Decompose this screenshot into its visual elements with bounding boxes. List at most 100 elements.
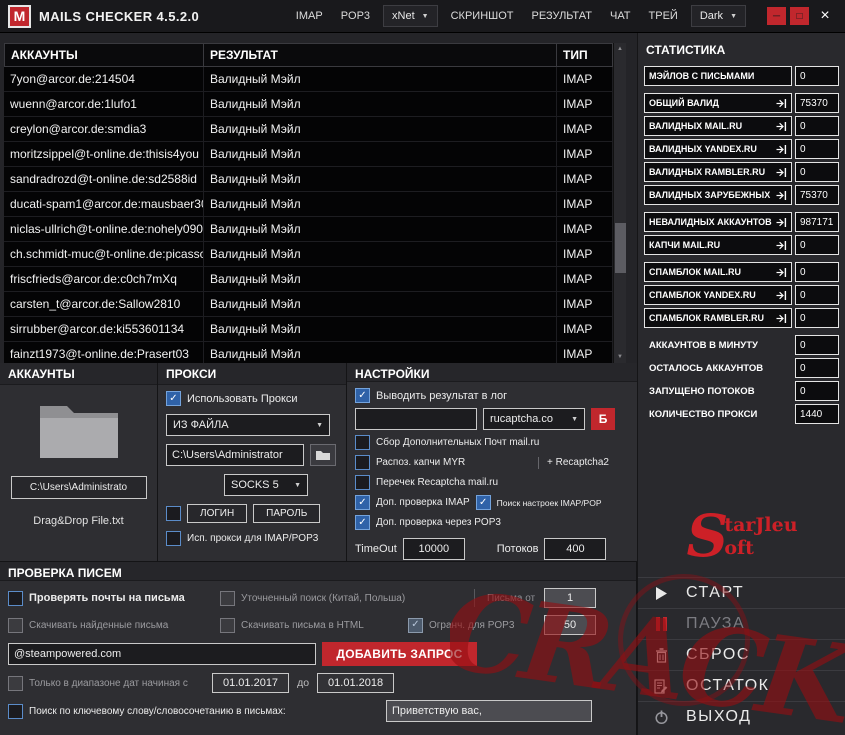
collect-mails-checkbox[interactable] bbox=[355, 435, 370, 450]
date-to-button[interactable]: 01.01.2018 bbox=[317, 673, 394, 693]
stat-row: СПАМБЛОК RAMBLER.RU0 bbox=[644, 308, 839, 328]
export-arrow-icon[interactable] bbox=[773, 217, 787, 228]
table-row[interactable]: niclas-ullrich@t-online.de:nohely090Вали… bbox=[4, 217, 613, 242]
xnet-label: xNet bbox=[392, 10, 415, 22]
refined-search-checkbox[interactable] bbox=[220, 591, 235, 606]
titlebar-menu: IMAP POP3 xNet ▼ СКРИНШОТ РЕЗУЛЬТАТ ЧАТ … bbox=[288, 5, 749, 27]
table-row[interactable]: ducati-spam1@arcor.de:mausbaer30Валидный… bbox=[4, 192, 613, 217]
stat-row: ВАЛИДНЫХ YANDEX.RU0 bbox=[644, 139, 839, 159]
captcha-myr-checkbox[interactable] bbox=[355, 455, 370, 470]
use-proxy-checkbox[interactable]: ✓ bbox=[166, 391, 181, 406]
imap-settings-search-checkbox[interactable]: ✓ bbox=[476, 495, 491, 510]
minimize-button[interactable]: ─ bbox=[767, 7, 786, 25]
menu-result[interactable]: РЕЗУЛЬТАТ bbox=[524, 6, 600, 26]
pause-button[interactable]: ПАУЗА bbox=[638, 608, 845, 639]
table-row[interactable]: ch.schmidt-muc@t-online.de:picasscВалидн… bbox=[4, 242, 613, 267]
proxy-type-select[interactable]: SOCKS 5 ▼ bbox=[224, 474, 308, 496]
check-mails-checkbox[interactable] bbox=[8, 591, 23, 606]
pop3-limit-checkbox[interactable]: ✓ bbox=[408, 618, 423, 633]
account-cell: carsten_t@arcor.de:Sallow2810 bbox=[4, 292, 204, 316]
type-cell: IMAP bbox=[557, 192, 613, 216]
export-arrow-icon[interactable] bbox=[773, 190, 787, 201]
export-arrow-icon[interactable] bbox=[773, 267, 787, 278]
search-query-input[interactable] bbox=[8, 643, 316, 665]
column-header-accounts[interactable]: АККАУНТЫ bbox=[4, 43, 204, 67]
type-cell: IMAP bbox=[557, 167, 613, 191]
theme-select[interactable]: Dark ▼ bbox=[691, 5, 746, 27]
imap-check-checkbox[interactable]: ✓ bbox=[355, 495, 370, 510]
login-button[interactable]: ЛОГИН bbox=[187, 504, 247, 523]
exit-button[interactable]: ВЫХОД bbox=[638, 701, 845, 732]
captcha-service-value: rucaptcha.co bbox=[490, 413, 553, 425]
accounts-path-button[interactable]: C:\Users\Administrato bbox=[11, 476, 147, 499]
stat-value: 0 bbox=[795, 358, 839, 378]
balance-button[interactable]: Б bbox=[591, 408, 615, 430]
menu-chat[interactable]: ЧАТ bbox=[602, 6, 639, 26]
log-output-checkbox[interactable]: ✓ bbox=[355, 388, 370, 403]
captcha-service-select[interactable]: rucaptcha.co ▼ bbox=[483, 408, 585, 430]
start-button[interactable]: СТАРТ bbox=[638, 577, 845, 608]
close-button[interactable]: × bbox=[813, 7, 837, 25]
menu-pop3[interactable]: POP3 bbox=[333, 6, 378, 26]
table-row[interactable]: carsten_t@arcor.de:Sallow2810Валидный Мэ… bbox=[4, 292, 613, 317]
add-query-button[interactable]: ДОБАВИТЬ ЗАПРОС bbox=[322, 642, 477, 666]
password-button[interactable]: ПАРОЛЬ bbox=[253, 504, 320, 523]
table-row[interactable]: wuenn@arcor.de:1lufo1Валидный МэйлIMAP bbox=[4, 92, 613, 117]
result-cell: Валидный Мэйл bbox=[204, 342, 557, 363]
scrollbar-thumb[interactable] bbox=[615, 223, 626, 273]
keyword-search-checkbox[interactable] bbox=[8, 704, 23, 719]
export-arrow-icon[interactable] bbox=[773, 167, 787, 178]
date-range-checkbox[interactable] bbox=[8, 676, 23, 691]
pop3-check-checkbox[interactable]: ✓ bbox=[355, 515, 370, 530]
xnet-select[interactable]: xNet ▼ bbox=[383, 5, 438, 27]
stat-label: ОСТАЛОСЬ АККАУНТОВ bbox=[644, 358, 792, 378]
proxy-source-select[interactable]: ИЗ ФАЙЛА ▼ bbox=[166, 414, 330, 436]
pop3-limit-input[interactable] bbox=[544, 615, 596, 635]
maximize-button[interactable]: □ bbox=[790, 7, 809, 25]
column-header-type[interactable]: ТИП bbox=[557, 43, 613, 67]
export-arrow-icon[interactable] bbox=[773, 121, 787, 132]
stat-value: 0 bbox=[795, 116, 839, 136]
reset-button[interactable]: СБРОС bbox=[638, 639, 845, 670]
menu-tray[interactable]: ТРЕЙ bbox=[641, 6, 686, 26]
export-arrow-icon[interactable] bbox=[773, 98, 787, 109]
proxy-for-imap-checkbox[interactable] bbox=[166, 531, 181, 546]
export-arrow-icon[interactable] bbox=[773, 240, 787, 251]
download-html-checkbox[interactable] bbox=[220, 618, 235, 633]
download-found-checkbox[interactable] bbox=[8, 618, 23, 633]
table-row[interactable]: sirrubber@arcor.de:ki553601134Валидный М… bbox=[4, 317, 613, 342]
column-header-result[interactable]: РЕЗУЛЬТАТ bbox=[204, 43, 557, 67]
table-row[interactable]: friscfrieds@arcor.de:c0ch7mXqВалидный Мэ… bbox=[4, 267, 613, 292]
scroll-up-icon[interactable]: ▲ bbox=[614, 43, 626, 55]
table-scrollbar[interactable]: ▲ ▼ bbox=[613, 43, 626, 363]
letters-from-input[interactable] bbox=[544, 588, 596, 608]
date-range-label: Только в диапазоне дат начиная с bbox=[29, 678, 188, 689]
date-from-button[interactable]: 01.01.2017 bbox=[212, 673, 289, 693]
table-row[interactable]: creylon@arcor.de:smdia3Валидный МэйлIMAP bbox=[4, 117, 613, 142]
export-arrow-icon[interactable] bbox=[773, 290, 787, 301]
stat-value: 0 bbox=[795, 262, 839, 282]
folder-icon[interactable] bbox=[36, 397, 122, 464]
browse-folder-button[interactable] bbox=[310, 444, 336, 466]
export-arrow-icon[interactable] bbox=[773, 313, 787, 324]
proxy-auth-checkbox[interactable] bbox=[166, 506, 181, 521]
export-arrow-icon[interactable] bbox=[773, 144, 787, 155]
table-row[interactable]: 7yon@arcor.de:214504Валидный МэйлIMAP bbox=[4, 67, 613, 92]
table-row[interactable]: moritzsippel@t-online.de:thisis4youВалид… bbox=[4, 142, 613, 167]
stat-label: СПАМБЛОК YANDEX.RU bbox=[644, 285, 792, 305]
menu-screenshot[interactable]: СКРИНШОТ bbox=[443, 6, 522, 26]
scroll-down-icon[interactable]: ▼ bbox=[614, 351, 626, 363]
check-icon: ✓ bbox=[169, 394, 177, 404]
keyword-input[interactable] bbox=[386, 700, 592, 722]
recheck-recaptcha-checkbox[interactable] bbox=[355, 475, 370, 490]
result-cell: Валидный Мэйл bbox=[204, 192, 557, 216]
remainder-button[interactable]: ОСТАТОК bbox=[638, 670, 845, 701]
timeout-input[interactable] bbox=[403, 538, 465, 560]
menu-imap[interactable]: IMAP bbox=[288, 6, 331, 26]
table-row[interactable]: fainzt1973@t-online.de:Prasert03Валидный… bbox=[4, 342, 613, 363]
proxy-path-input[interactable] bbox=[166, 444, 304, 466]
table-row[interactable]: sandradrozd@t-online.de:sd2588idВалидный… bbox=[4, 167, 613, 192]
threads-input[interactable] bbox=[544, 538, 606, 560]
account-cell: ch.schmidt-muc@t-online.de:picassc bbox=[4, 242, 204, 266]
captcha-key-input[interactable] bbox=[355, 408, 477, 430]
